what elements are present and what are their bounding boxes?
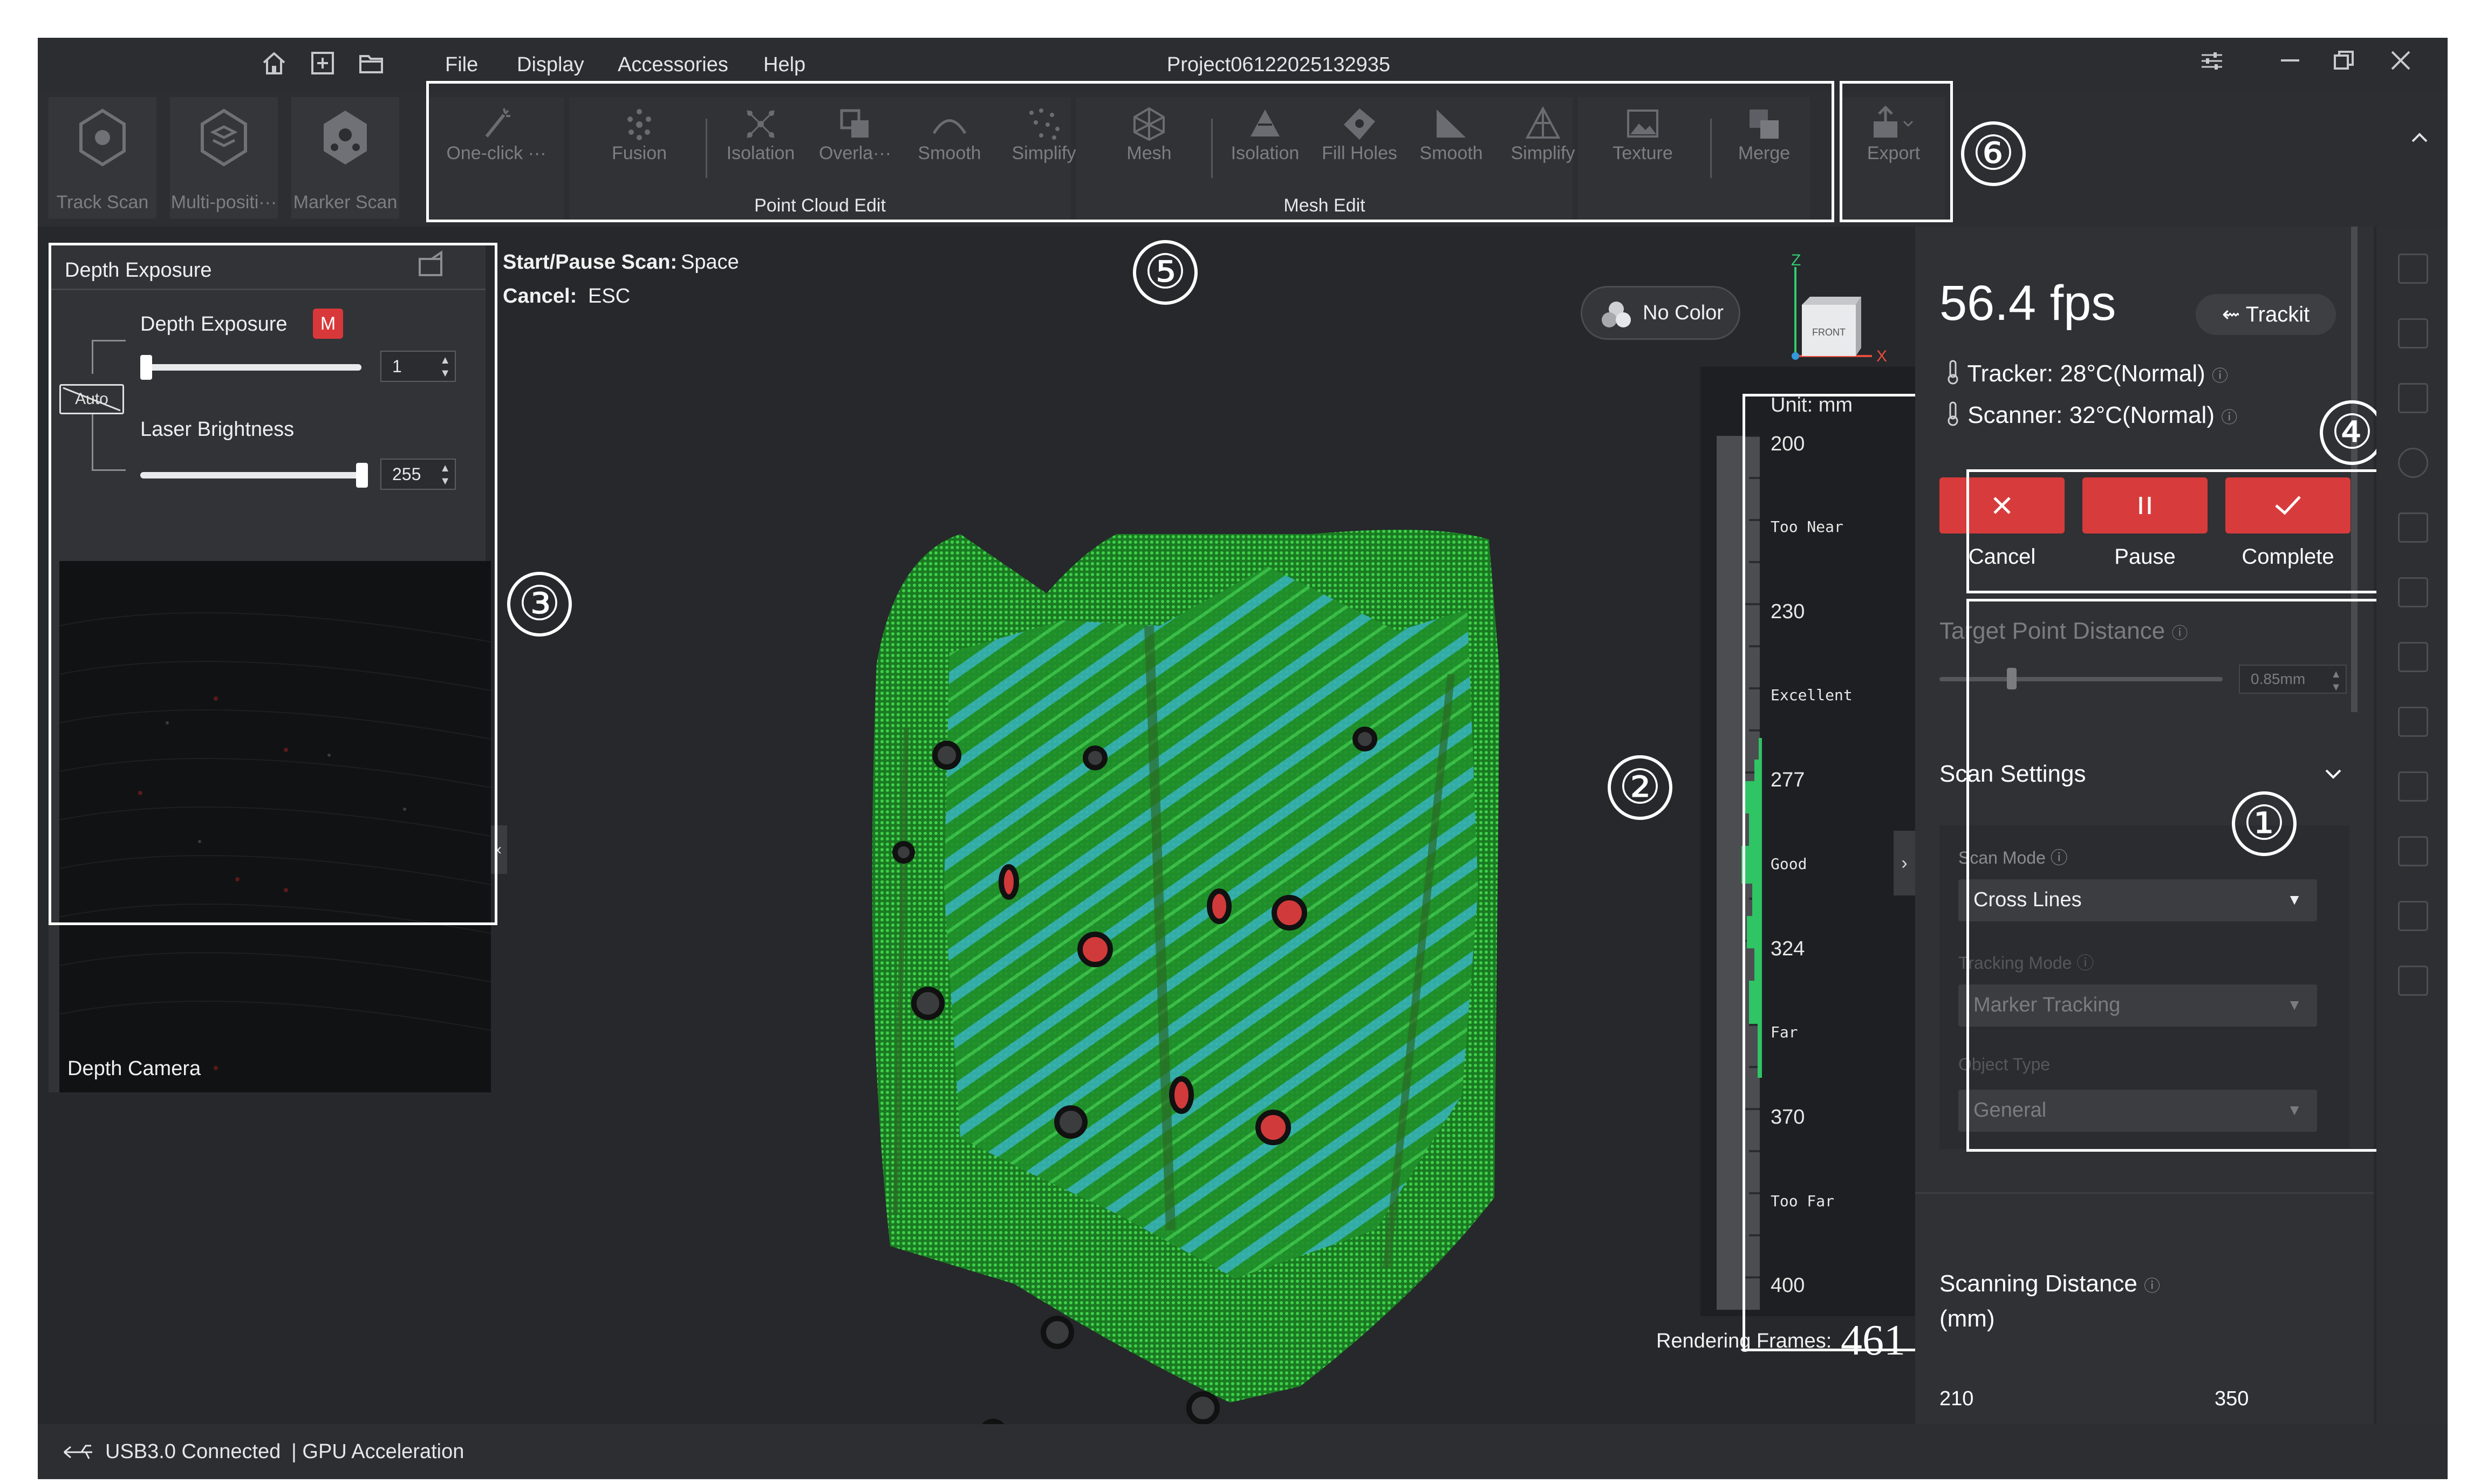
scanning-distance-unit: (mm) [1939, 1305, 1995, 1332]
usb-icon [64, 1445, 92, 1459]
new-project-icon[interactable] [308, 50, 338, 80]
open-folder-icon[interactable] [356, 50, 386, 80]
rendering-frames-label: Rendering Frames: [1656, 1330, 1832, 1352]
point-cloud-view[interactable] [782, 512, 1564, 1479]
start-pause-hint-label: Start/Pause Scan: [503, 251, 678, 273]
usb-status: USB3.0 Connected [105, 1440, 281, 1463]
menu-accessories[interactable]: Accessories [618, 50, 728, 80]
menu-help[interactable]: Help [763, 50, 805, 80]
lasso-select-icon[interactable] [2398, 383, 2428, 413]
annotation-marker-2: ② [1608, 755, 1672, 820]
depth-camera-label: Depth Camera [67, 1057, 201, 1080]
range-low-value: 210 [1939, 1387, 1974, 1410]
status-bar: USB3.0 Connected | GPU Acceleration [38, 1424, 2448, 1479]
cube-select-icon[interactable] [2398, 512, 2428, 543]
gizmo-z-label: Z [1791, 251, 1801, 269]
info-icon[interactable]: ⓘ [2212, 367, 2228, 385]
annotation-box-6 [1840, 81, 1953, 222]
tracker-temp-text: Tracker: 28°C(Normal) [1967, 360, 2205, 387]
rect-select-icon[interactable] [2398, 318, 2428, 348]
plane-select-icon[interactable] [2398, 577, 2428, 607]
annotation-marker-4: ④ [2320, 400, 2384, 465]
gizmo-x-label: X [1876, 347, 1887, 365]
home-icon[interactable] [259, 50, 289, 80]
no-color-toggle[interactable]: No Color [1581, 286, 1740, 340]
annotation-box-5 [426, 81, 1834, 222]
track-scan-button[interactable]: Track Scan [49, 97, 156, 218]
link-arrow-icon: ⇜ [2222, 303, 2246, 326]
gizmo-front-label: FRONT [1812, 327, 1846, 338]
undo-icon[interactable] [2398, 901, 2428, 931]
fps-readout: 56.4 fps [1939, 276, 2116, 331]
marker-scan-button[interactable]: Marker Scan [291, 97, 399, 218]
scanning-distance-title-text: Scanning Distance [1939, 1270, 2137, 1297]
paste-icon[interactable] [2398, 836, 2428, 866]
no-color-label: No Color [1643, 302, 1724, 324]
collapse-right-panel-button[interactable]: › [1894, 831, 1915, 895]
annotation-box-3 [49, 243, 497, 925]
range-high-value: 350 [2215, 1387, 2249, 1410]
scanner-temperature: Scanner: 32°C(Normal) ⓘ [1945, 400, 2237, 429]
circle-select-icon[interactable] [2398, 448, 2428, 478]
view-orientation-gizmo[interactable]: FRONT Z X [1780, 243, 1910, 372]
info-icon[interactable]: ⓘ [2144, 1277, 2160, 1295]
scanning-distance-title: Scanning Distance ⓘ [1939, 1270, 2160, 1297]
right-tool-strip [2376, 227, 2448, 1424]
annotation-marker-1: ① [2232, 791, 2297, 856]
annotation-box-1 [1966, 599, 2448, 1152]
scanner-temp-text: Scanner: 32°C(Normal) [1967, 402, 2215, 428]
panel-divider [1915, 1192, 2374, 1194]
info-icon[interactable]: ⓘ [2221, 409, 2237, 427]
cancel-hint-key: ESC [588, 285, 631, 307]
cancel-hint-label: Cancel: [503, 285, 577, 307]
scanner-app: File Display Accessories Help Project061… [38, 38, 2448, 1479]
annotation-marker-6: ⑥ [1961, 121, 2026, 186]
start-pause-hint-key: Space [681, 251, 739, 273]
multi-position-label: Multi-positi··· [170, 192, 277, 213]
multi-position-scan-button[interactable]: Multi-positi··· [170, 97, 278, 218]
copy-icon[interactable] [2398, 771, 2428, 802]
annotation-marker-3: ③ [507, 572, 572, 637]
marker-scan-label: Marker Scan [293, 192, 398, 213]
track-scan-label: Track Scan [56, 192, 149, 213]
invert-select-icon[interactable] [2398, 642, 2428, 672]
gpu-status: | GPU Acceleration [291, 1440, 464, 1463]
thermometer-icon [1948, 360, 1958, 385]
restore-icon[interactable] [2325, 47, 2363, 82]
select-tool-icon[interactable] [2398, 254, 2428, 284]
menu-display[interactable]: Display [517, 50, 584, 80]
tracker-temperature: Tracker: 28°C(Normal) ⓘ [1945, 359, 2228, 387]
close-icon[interactable] [2382, 47, 2420, 82]
rendering-frames-value: 461 [1841, 1317, 1905, 1364]
project-title: Project06122025132935 [1166, 53, 1391, 76]
annotation-marker-5: ⑤ [1133, 240, 1198, 305]
trackit-label: Trackit [2245, 303, 2310, 326]
delete-icon[interactable] [2398, 707, 2428, 737]
thermometer-icon [1948, 401, 1958, 426]
trackit-button[interactable]: ⇜ Trackit [2196, 294, 2336, 335]
annotation-box-4 [1966, 469, 2448, 593]
redo-icon[interactable] [2398, 966, 2428, 996]
menu-file[interactable]: File [445, 50, 478, 80]
minimize-icon[interactable] [2271, 47, 2309, 82]
collapse-ribbon-icon[interactable] [2406, 124, 2433, 151]
settings-sliders-icon[interactable] [2193, 47, 2231, 82]
